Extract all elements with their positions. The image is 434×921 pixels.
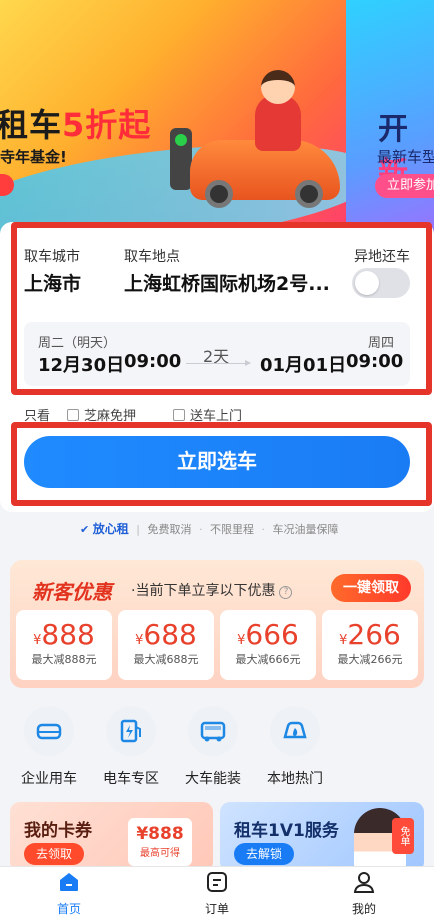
help-icon[interactable]: ? [279,586,293,599]
traffic-light-illustration [170,128,192,190]
business-car-icon [24,706,74,756]
assurance-row: ✔ 放心租 | 免费取消 · 不限里程 · 车况油量保障 [80,522,339,536]
service-large-vehicle[interactable]: 大车能装 [172,706,254,788]
banner-subtitle: 寺年基金! [0,148,67,166]
banner-title: 租车5折起 [0,106,152,144]
app-page: 租车5折起 寺年基金! 开新 最新车型 立即参加 取车城市 上海市 取车地点 上… [0,0,434,921]
service-business-car[interactable]: 企业用车 [8,706,90,788]
tab-orders[interactable]: 订单 [182,870,252,917]
home-icon [60,873,78,891]
claim-all-button[interactable]: 一键领取 [331,574,411,602]
driver-head-illustration [261,70,295,104]
coupon-ticket: ¥888 最高可得 [128,818,192,866]
assurance-item: 车况油量保障 [272,523,339,536]
assurance-brand: 放心租 [92,522,129,536]
free-order-tag: 免单 [392,818,414,854]
order-icon [207,872,227,892]
banner2-subtitle: 最新车型 [377,148,434,166]
profile-icon [353,872,375,893]
vip-service-title: 租车1V1服务 [234,821,339,841]
claim-coupons-button[interactable]: 去领取 [24,843,85,865]
my-coupons-title: 我的卡券 [24,821,92,841]
tab-home[interactable]: 首页 [34,870,104,917]
car-wheel-illustration [205,180,233,208]
checkbox-icon[interactable] [173,409,185,421]
highlight-frame-booking [11,222,432,395]
coupon-item[interactable]: ¥888 最大减888元 [16,610,112,680]
coupon-item[interactable]: ¥266 最大减266元 [322,610,418,680]
unlock-button[interactable]: 去解锁 [234,843,295,865]
coupon-item[interactable]: ¥688 最大减688元 [118,610,214,680]
car-wheel-illustration [295,180,323,208]
shield-check-icon: ✔ [80,523,90,536]
van-icon [188,706,238,756]
ev-charging-icon [106,706,156,756]
promo-banner-carousel[interactable]: 租车5折起 寺年基金! 开新 最新车型 立即参加 [0,0,434,240]
banner2-join-button[interactable]: 立即参加 [375,174,434,198]
coupon-description: ·当前下单立享以下优惠? [131,580,293,600]
coupon-title: 新客优惠 [32,580,112,604]
highlight-frame-submit [11,422,432,506]
local-hot-icon [270,706,320,756]
assurance-item: 不限里程 [209,523,254,536]
tab-profile[interactable]: 我的 [329,870,399,917]
coupon-item[interactable]: ¥666 最大减666元 [220,610,316,680]
service-local-hot[interactable]: 本地热门 [254,706,336,788]
service-ev-zone[interactable]: 电车专区 [90,706,172,788]
assurance-item: 免费取消 [147,523,192,536]
checkbox-icon[interactable] [67,409,79,421]
